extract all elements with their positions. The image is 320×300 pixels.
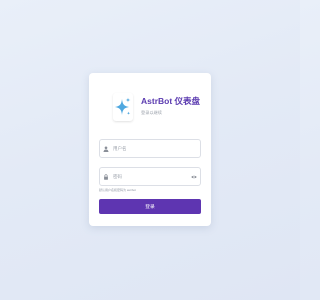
default-credentials-hint: 默认用户名和密码为 astrbot [99, 188, 137, 192]
login-card: AstrBot 仪表盘 登录以继续 默认用户名和密码为 ast [89, 73, 211, 226]
username-field[interactable] [99, 139, 201, 158]
username-input[interactable] [109, 142, 193, 155]
brand: AstrBot 仪表盘 登录以继续 [141, 96, 207, 116]
brand-subtitle: 登录以继续 [141, 110, 162, 115]
sparkles-icon [115, 97, 131, 115]
password-field[interactable] [99, 167, 201, 186]
eye-icon[interactable] [191, 174, 197, 180]
password-input[interactable] [109, 170, 193, 183]
brand-title: AstrBot 仪表盘 [141, 96, 201, 106]
login-button[interactable]: 登录 [99, 199, 201, 214]
logo [113, 93, 133, 121]
